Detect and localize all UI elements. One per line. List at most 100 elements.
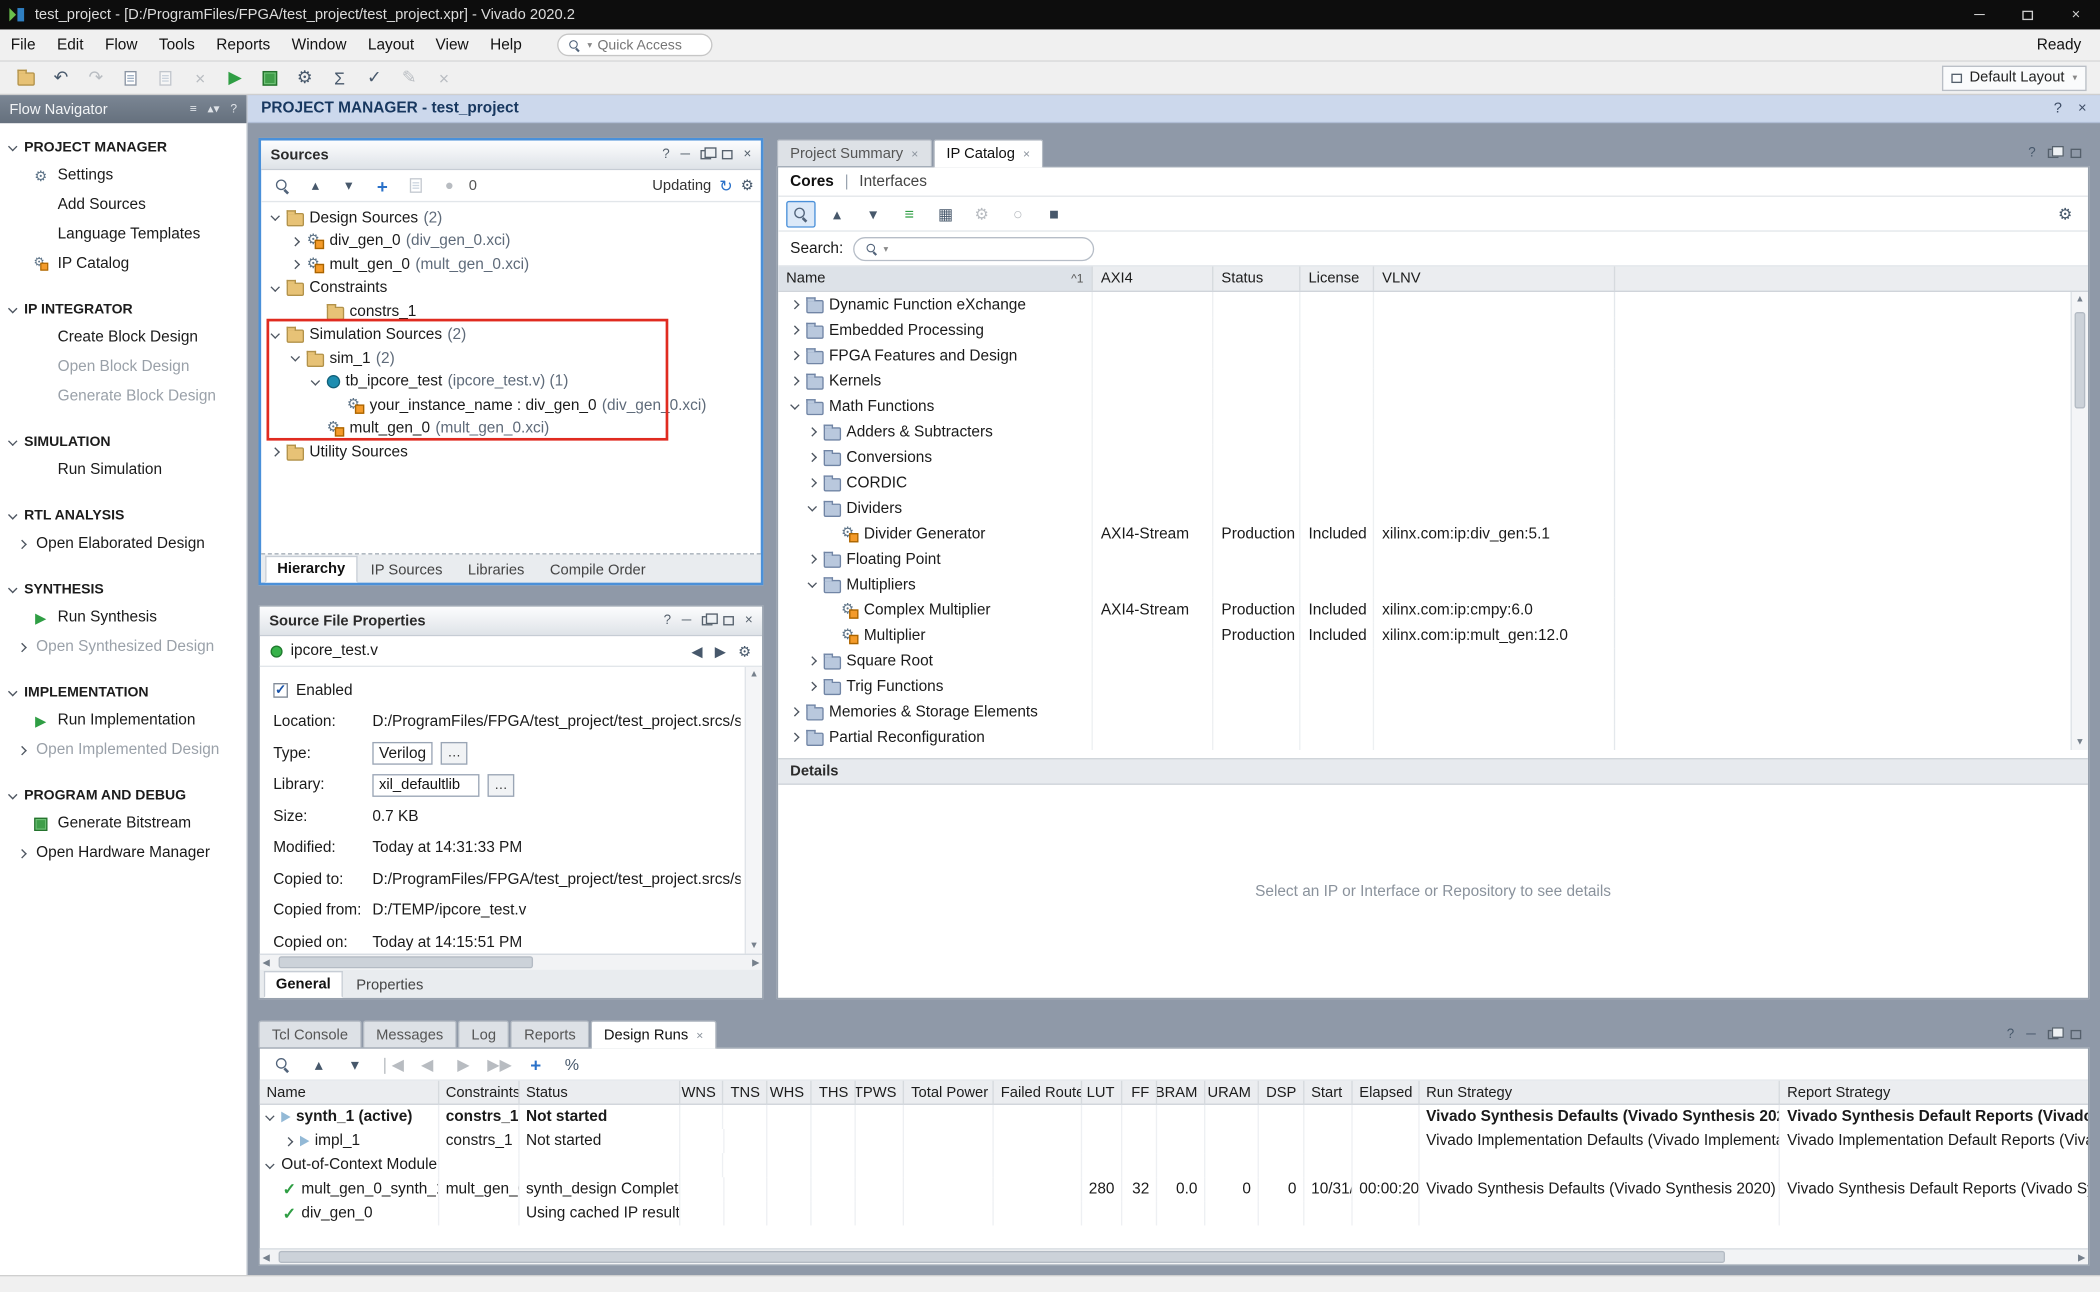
scroll-right-icon[interactable]: ▶	[2078, 1252, 2085, 1263]
type-select[interactable]: Verilog	[372, 742, 432, 765]
menu-item-tools[interactable]: Tools	[148, 29, 205, 60]
close-button[interactable]: ×	[2052, 0, 2100, 29]
tree-item-sim-mult-gen-0[interactable]: mult_gen_0(mult_gen_0.xci)	[261, 417, 761, 440]
sidebar-item-open-hardware-manager[interactable]: Open Hardware Manager	[0, 838, 246, 867]
design-run-row-ooc-group[interactable]: Out-of-Context Module Runs	[260, 1153, 2088, 1177]
menu-item-file[interactable]: File	[0, 29, 46, 60]
menu-item-help[interactable]: Help	[479, 29, 532, 60]
catalog-tree-item[interactable]: Conversions	[778, 445, 2088, 470]
sidebar-item-open-implemented-design[interactable]: Open Implemented Design	[0, 735, 246, 764]
paste-button[interactable]	[150, 64, 181, 92]
catalog-tree-item[interactable]: Dynamic Function eXchange	[778, 292, 2088, 317]
search-button[interactable]	[268, 173, 296, 198]
section-header[interactable]: IP INTEGRATOR	[0, 296, 246, 323]
tree-item-div-gen-0[interactable]: div_gen_0(div_gen_0.xci)	[261, 230, 761, 253]
collapse-all-button[interactable]: ▴	[304, 1051, 333, 1078]
tab-general[interactable]: General	[264, 971, 343, 998]
maximize-button[interactable]	[2071, 149, 2082, 158]
help-icon[interactable]: ?	[2054, 100, 2062, 116]
catalog-tree-item[interactable]: Floating Point	[778, 546, 2088, 571]
catalog-tree-item[interactable]: Trig Functions	[778, 674, 2088, 699]
scroll-left-icon[interactable]: ◀	[263, 1252, 270, 1263]
launch-runs-button[interactable]: ▶	[449, 1051, 478, 1078]
forward-button[interactable]: ▶	[715, 642, 726, 659]
filter-icon[interactable]: ≡	[190, 102, 197, 117]
collapse-all-button[interactable]: ▴	[822, 200, 851, 227]
minimize-button[interactable]: ─	[680, 147, 690, 162]
license-status-button[interactable]: ○	[1003, 200, 1032, 227]
tab-hierarchy[interactable]: Hierarchy	[265, 556, 357, 583]
delete-button[interactable]: ×	[185, 64, 216, 92]
sidebar-item-generate-bitstream[interactable]: Generate Bitstream	[0, 809, 246, 838]
expand-all-button[interactable]: ▾	[858, 200, 887, 227]
quick-access-box[interactable]: ▾	[557, 33, 712, 56]
catalog-tree-item[interactable]: Partial Reconfiguration	[778, 725, 2088, 750]
refresh-icon[interactable]: ↻	[719, 176, 732, 195]
sidebar-item-create-block-design[interactable]: Create Block Design	[0, 323, 246, 352]
create-run-button[interactable]: +	[521, 1051, 550, 1078]
column-name[interactable]: Name^1	[778, 267, 1093, 291]
maximize-button[interactable]	[2004, 0, 2052, 29]
design-run-row-mult-gen-0-synth-1[interactable]: ✓mult_gen_0_synth_1 mult_gen_0 synth_des…	[260, 1177, 2088, 1201]
close-icon[interactable]: ×	[696, 1029, 703, 1042]
column-vlnv[interactable]: VLNV	[1374, 267, 1615, 291]
quick-access-input[interactable]	[597, 37, 702, 53]
column-whs[interactable]: WHS	[768, 1081, 812, 1104]
tab-messages[interactable]: Messages	[363, 1021, 457, 1048]
sidebar-item-run-implementation[interactable]: ▶Run Implementation	[0, 706, 246, 735]
catalog-tree-item[interactable]: Embedded Processing	[778, 317, 2088, 342]
menu-item-reports[interactable]: Reports	[206, 29, 281, 60]
scroll-down-icon[interactable]: ▼	[749, 942, 758, 951]
menu-item-view[interactable]: View	[425, 29, 480, 60]
column-report-strategy[interactable]: Report Strategy	[1780, 1081, 2088, 1104]
open-file-button[interactable]	[402, 173, 430, 198]
column-wns[interactable]: WNS	[680, 1081, 724, 1104]
column-bram[interactable]: BRAM	[1157, 1081, 1205, 1104]
sidebar-item-run-synthesis[interactable]: ▶Run Synthesis	[0, 603, 246, 632]
tree-item-sim-1[interactable]: sim_1(2)	[261, 347, 761, 370]
column-total-power[interactable]: Total Power	[904, 1081, 994, 1104]
back-button[interactable]: ◀	[691, 642, 702, 659]
scroll-thumb[interactable]	[279, 956, 533, 968]
sidebar-item-add-sources[interactable]: Add Sources	[0, 190, 246, 219]
section-header[interactable]: PROJECT MANAGER	[0, 134, 246, 161]
search-button[interactable]	[786, 200, 815, 227]
column-failed-routes[interactable]: Failed Routes	[994, 1081, 1082, 1104]
column-status[interactable]: Status	[1213, 267, 1300, 291]
help-icon[interactable]: ?	[230, 102, 237, 117]
gear-icon[interactable]: ⚙	[741, 177, 754, 194]
sidebar-item-open-block-design[interactable]: Open Block Design	[0, 352, 246, 381]
tree-item-tb-ipcore-test[interactable]: tb_ipcore_test(ipcore_test.v) (1)	[261, 370, 761, 393]
settings-button[interactable]: ⚙	[289, 64, 320, 92]
catalog-tree-item[interactable]: Math Functions	[778, 394, 2088, 419]
design-run-row-div-gen-0[interactable]: ✓div_gen_0 Using cached IP results	[260, 1201, 2088, 1225]
enabled-checkbox[interactable]: ✓	[273, 683, 288, 698]
gear-icon[interactable]: ⚙	[738, 642, 751, 659]
undo-button[interactable]: ↶	[46, 64, 77, 92]
maximize-button[interactable]	[723, 616, 734, 625]
menu-item-flow[interactable]: Flow	[94, 29, 148, 60]
catalog-tree-item[interactable]: Multipliers	[778, 572, 2088, 597]
close-icon[interactable]: ×	[1023, 147, 1030, 160]
vertical-scrollbar[interactable]: ▲▼	[2071, 292, 2088, 750]
minimize-button[interactable]: ─	[1955, 0, 2003, 29]
help-icon[interactable]: ?	[664, 613, 671, 628]
vertical-scrollbar[interactable]: ▲▼	[745, 667, 762, 954]
catalog-tree-item[interactable]: CORDIC	[778, 470, 2088, 495]
search-button[interactable]	[268, 1051, 297, 1078]
close-icon[interactable]: ×	[911, 147, 918, 160]
details-toggle-button[interactable]: ■	[1039, 200, 1068, 227]
scroll-right-icon[interactable]: ▶	[752, 957, 759, 968]
cancel-button[interactable]: ×	[429, 64, 460, 92]
tab-tcl-console[interactable]: Tcl Console	[258, 1021, 361, 1048]
close-icon[interactable]: ×	[2078, 100, 2087, 116]
expand-all-button[interactable]: ▾	[335, 173, 363, 198]
browse-type-button[interactable]: …	[441, 742, 468, 765]
section-header[interactable]: RTL ANALYSIS	[0, 502, 246, 529]
column-ths[interactable]: THS	[812, 1081, 856, 1104]
float-button[interactable]	[2048, 1030, 2059, 1039]
fast-forward-button[interactable]: ▶▶	[485, 1051, 514, 1078]
settings-button[interactable]: ⚙	[2050, 200, 2079, 227]
minimize-button[interactable]: ─	[2026, 1027, 2036, 1042]
tab-libraries[interactable]: Libraries	[456, 557, 537, 582]
